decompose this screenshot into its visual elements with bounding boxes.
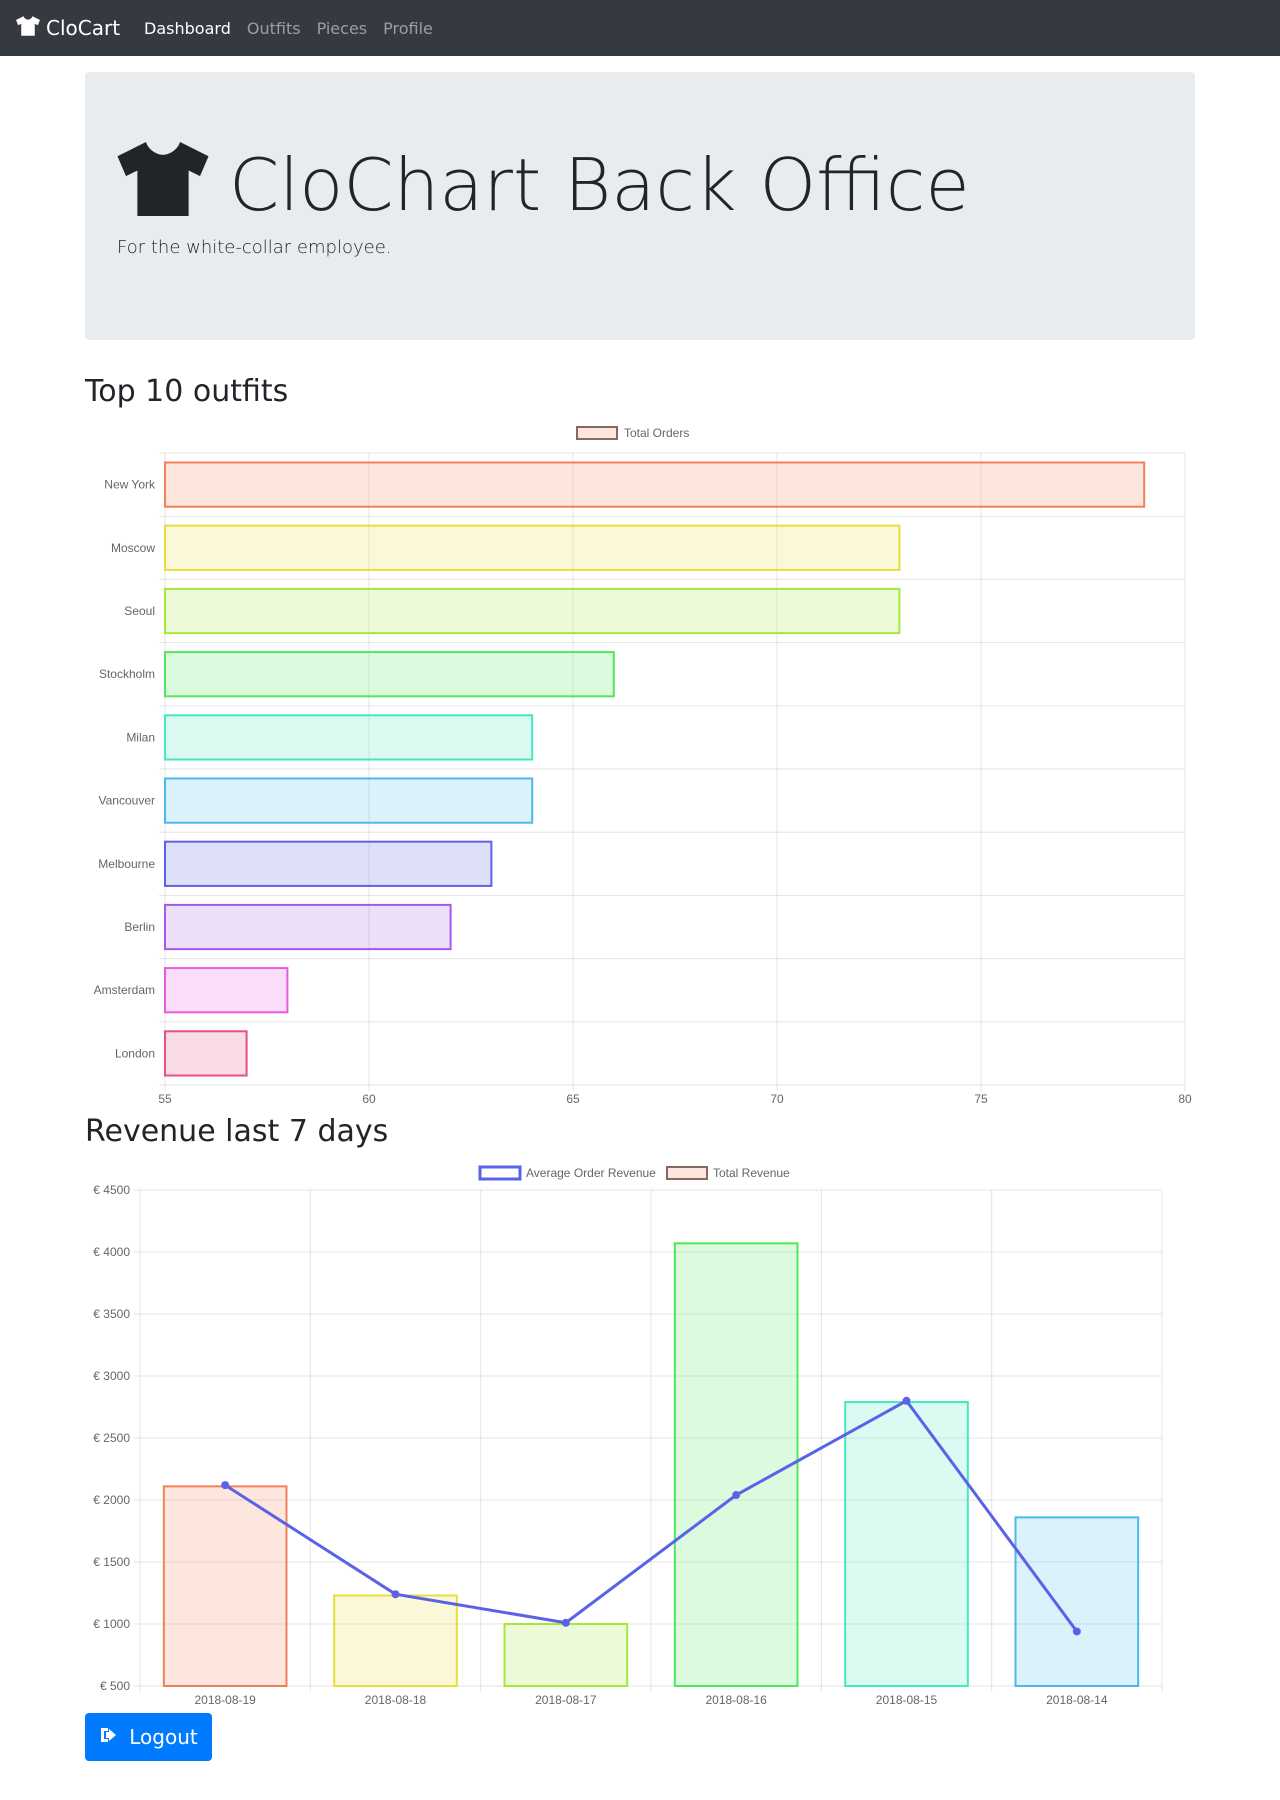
x-tick-label: 2018-08-15 — [876, 1693, 938, 1707]
legend-swatch — [666, 1166, 708, 1180]
legend-label: Average Order Revenue — [526, 1166, 656, 1180]
line-point — [732, 1491, 741, 1500]
bar — [164, 461, 1146, 508]
logout-button[interactable]: Logout — [85, 1713, 212, 1761]
y-tick-label: Vancouver — [99, 794, 155, 808]
navbar: CloCart Dashboard Outfits Pieces Profile — [0, 0, 1280, 56]
legend-swatch — [478, 1165, 522, 1181]
bar — [1014, 1516, 1140, 1687]
tshirt-icon — [117, 142, 229, 227]
y-tick-label: € 1000 — [93, 1617, 130, 1631]
y-tick-label: € 3000 — [93, 1369, 130, 1383]
y-tick-label: New York — [104, 478, 156, 492]
y-tick-label: Milan — [126, 730, 155, 744]
x-tick-label: 2018-08-14 — [1046, 1693, 1108, 1707]
outfits-chart: Total Orders 55 60 65 70 75 80 New York Moscow Se… — [85, 420, 1195, 1114]
revenue-chart: Average Order Revenue Total Revenue € 4500… — [85, 1160, 1195, 1714]
y-tick-label: € 500 — [100, 1679, 130, 1693]
y-tick-label: Moscow — [111, 541, 155, 555]
legend-label: Total Orders — [624, 426, 689, 440]
y-tick-label: € 2000 — [93, 1493, 130, 1507]
bar — [164, 651, 615, 698]
bar — [164, 587, 901, 635]
line-point — [221, 1481, 230, 1490]
bar — [164, 1030, 248, 1077]
line-point — [1072, 1627, 1081, 1636]
line-point — [561, 1618, 570, 1627]
legend-label: Total Revenue — [713, 1166, 790, 1180]
bar — [164, 524, 901, 571]
hero-title-text: CloChart Back Office — [229, 142, 970, 227]
outfits-section-title: Top 10 outfits — [85, 374, 289, 409]
logout-label: Logout — [129, 1725, 198, 1749]
bar — [673, 1242, 799, 1687]
x-tick-label: 2018-08-18 — [365, 1693, 427, 1707]
line-point — [391, 1590, 400, 1599]
bar — [164, 903, 452, 951]
hero-title: CloChart Back Office — [117, 142, 970, 227]
y-tick-label: € 3500 — [93, 1307, 130, 1321]
y-tick-label: Amsterdam — [94, 983, 155, 997]
x-tick-label: 2018-08-17 — [535, 1693, 597, 1707]
y-tick-label: € 4500 — [93, 1183, 130, 1197]
nav-dashboard[interactable]: Dashboard — [144, 19, 231, 38]
x-tick-label: 2018-08-19 — [194, 1693, 256, 1707]
y-tick-label: Seoul — [124, 604, 155, 618]
bar — [162, 1485, 288, 1687]
y-tick-label: London — [115, 1046, 155, 1060]
brand-name: CloCart — [46, 16, 121, 40]
hero-banner: CloChart Back Office For the white-colla… — [85, 72, 1195, 340]
y-tick-label: € 1500 — [93, 1555, 130, 1569]
x-tick-label: 70 — [770, 1092, 784, 1106]
outfits-bar-chart: Total Orders 55 60 65 70 75 80 New York Moscow Se… — [94, 426, 1192, 1106]
legend-swatch — [576, 426, 618, 440]
nav-outfits[interactable]: Outfits — [247, 19, 301, 38]
x-tick-label: 2018-08-16 — [705, 1693, 767, 1707]
revenue-section-title: Revenue last 7 days — [85, 1114, 389, 1149]
x-tick-label: 55 — [158, 1092, 172, 1106]
y-tick-label: € 4000 — [93, 1245, 130, 1259]
y-tick-label: € 2500 — [93, 1431, 130, 1445]
bar — [333, 1594, 458, 1688]
line-point — [902, 1396, 911, 1405]
bar — [164, 714, 534, 761]
revenue-combo-chart: Average Order Revenue Total Revenue € 4500… — [93, 1165, 1163, 1707]
bar — [164, 777, 534, 824]
brand-link[interactable]: CloCart — [16, 15, 121, 41]
hero-subtitle: For the white-collar employee. — [117, 237, 392, 258]
nav-pieces[interactable]: Pieces — [317, 19, 368, 38]
bar — [503, 1623, 629, 1687]
y-tick-label: Stockholm — [99, 667, 155, 681]
x-tick-label: 65 — [566, 1092, 580, 1106]
bar — [164, 840, 493, 887]
sign-out-icon — [99, 1725, 129, 1749]
tshirt-icon — [16, 15, 46, 41]
bar — [844, 1401, 969, 1687]
nav-profile[interactable]: Profile — [383, 19, 433, 38]
x-tick-label: 60 — [362, 1092, 376, 1106]
x-tick-label: 80 — [1178, 1092, 1192, 1106]
bar — [164, 967, 289, 1014]
x-tick-label: 75 — [974, 1092, 988, 1106]
y-tick-label: Melbourne — [98, 857, 155, 871]
y-tick-label: Berlin — [124, 920, 155, 934]
